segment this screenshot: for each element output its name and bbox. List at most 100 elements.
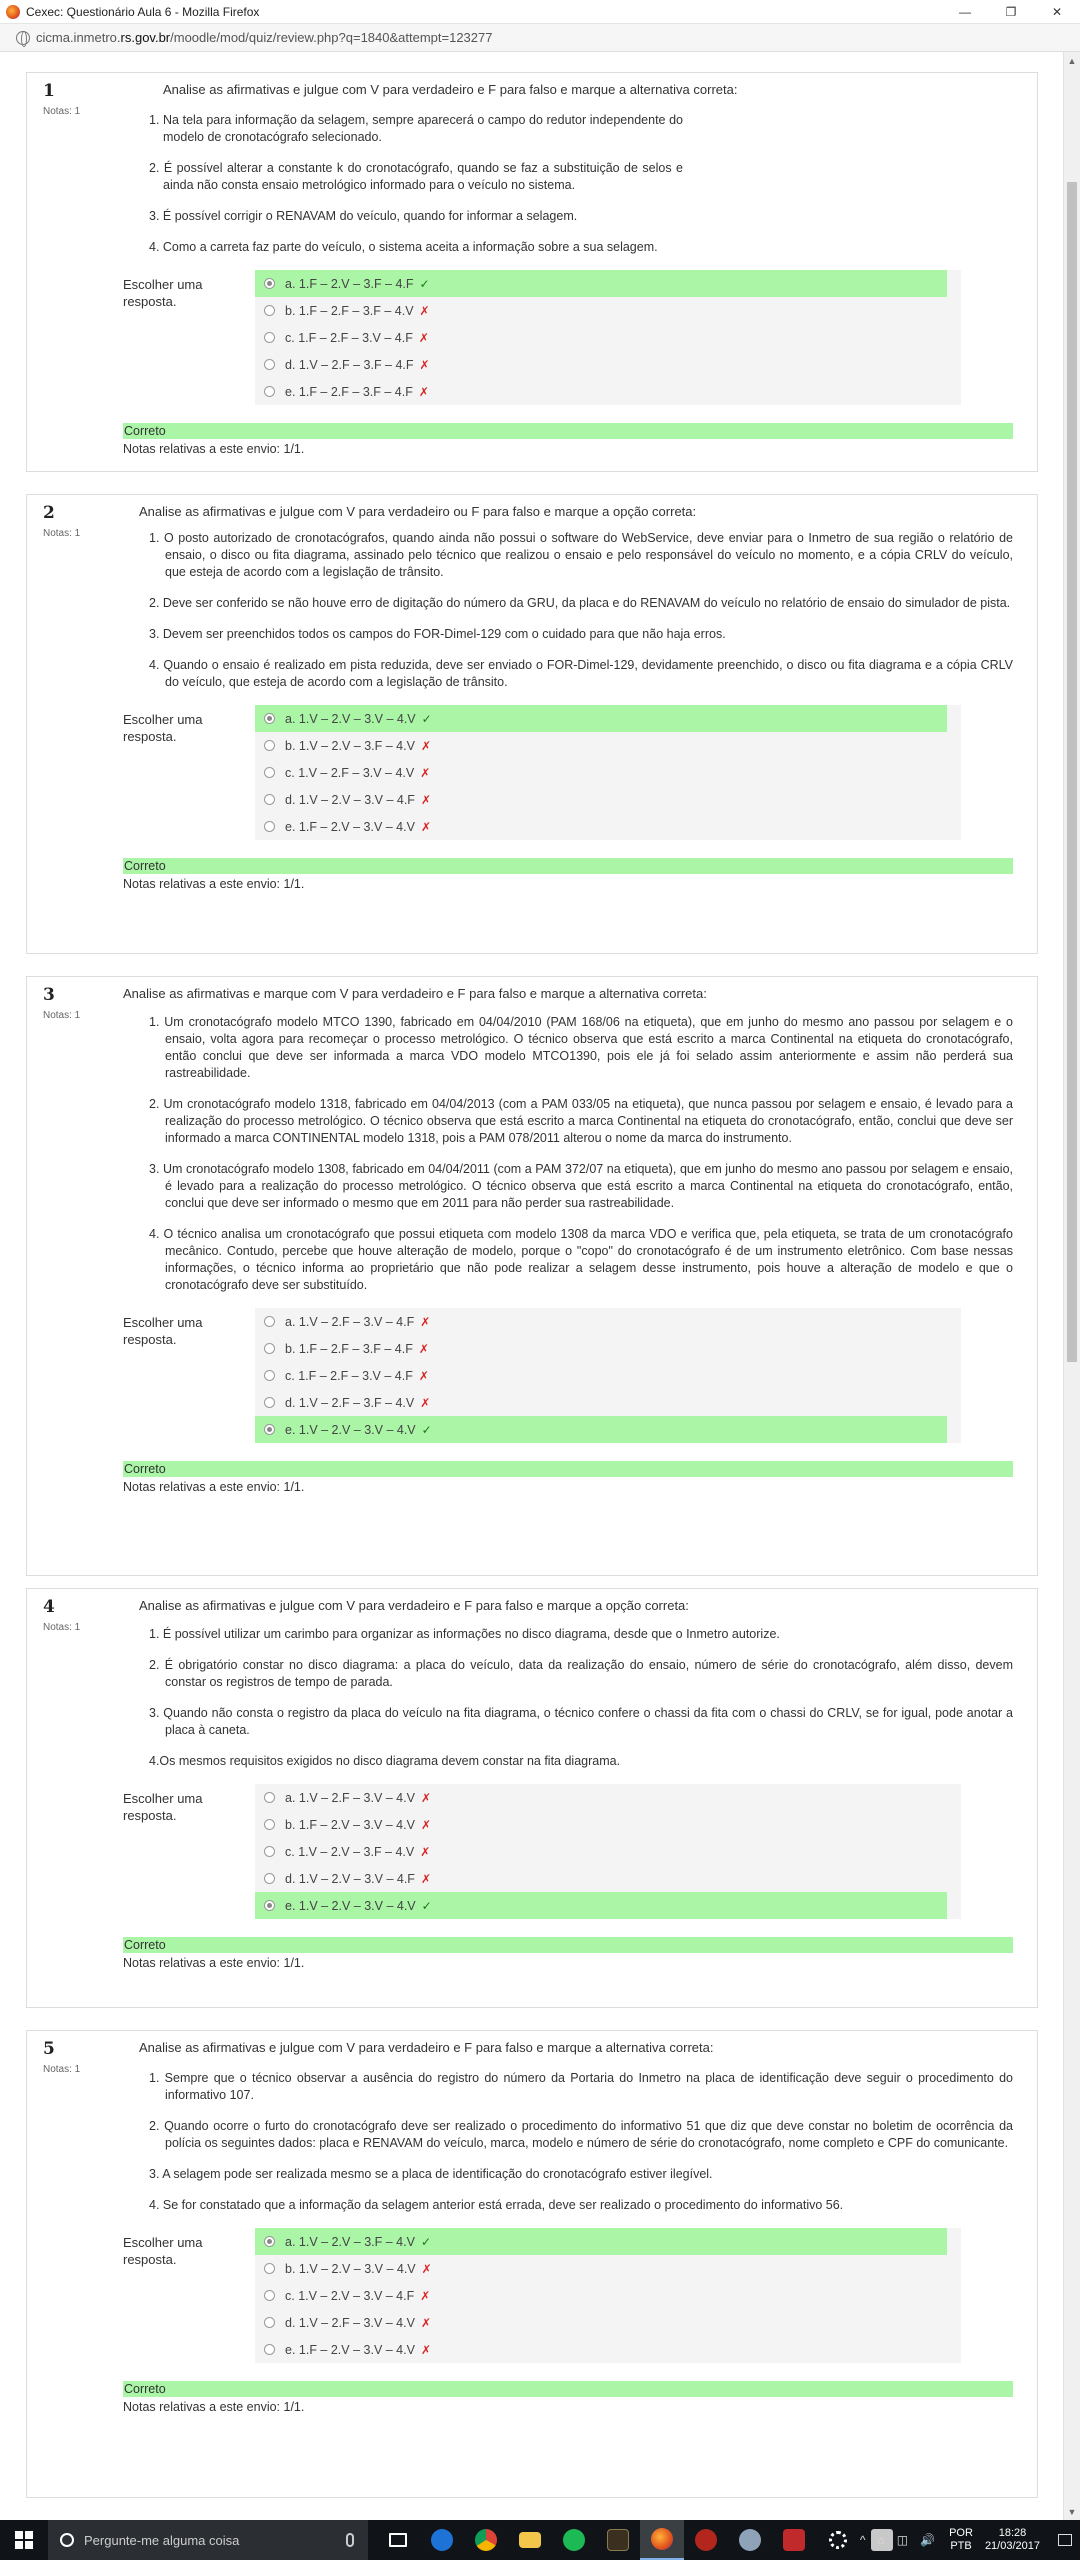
answer-option[interactable]: c. 1.V – 2.V – 3.V – 4.F ✗	[255, 2282, 961, 2309]
statement-item: 4. Quando o ensaio é realizado em pista …	[149, 658, 1013, 689]
answer-option[interactable]: a. 1.V – 2.F – 3.V – 4.F ✗	[255, 1308, 961, 1335]
answer-option[interactable]: b. 1.F – 2.F – 3.F – 4.F ✗	[255, 1335, 961, 1362]
microphone-icon[interactable]	[346, 2533, 354, 2547]
notifications-button[interactable]	[1050, 2520, 1080, 2560]
tray-display-icon[interactable]: ◫	[897, 2533, 908, 2547]
url-bar[interactable]: cicma.inmetro.rs.gov.br/moodle/mod/quiz/…	[0, 24, 1080, 52]
start-button[interactable]	[0, 2520, 48, 2560]
url-domain: rs.gov.br	[120, 30, 171, 45]
answer-option[interactable]: d. 1.V – 2.V – 3.V – 4.F ✗	[255, 1865, 961, 1892]
tray-network-icon[interactable]: ⌂	[878, 2533, 885, 2547]
taskbar-chrome[interactable]	[464, 2520, 508, 2560]
radio-button[interactable]	[264, 1819, 275, 1830]
radio-button[interactable]	[264, 1873, 275, 1884]
question-text: Analise as afirmativas e julgue com V pa…	[139, 2040, 714, 2055]
tray-overflow-icon[interactable]: ^	[860, 2533, 866, 2547]
radio-button[interactable]	[264, 278, 275, 289]
option-label: d. 1.V – 2.V – 3.V – 4.F	[285, 1871, 415, 1886]
answer-block: Escolher uma resposta. a. 1.F – 2.V – 3.…	[123, 270, 1013, 405]
taskbar-app-box[interactable]	[772, 2520, 816, 2560]
radio-button[interactable]	[264, 1343, 275, 1354]
taskbar-edge[interactable]	[420, 2520, 464, 2560]
question-content: Analise as afirmativas e julgue com V pa…	[123, 503, 1013, 891]
answer-option[interactable]: e. 1.F – 2.V – 3.V – 4.V ✗	[255, 813, 961, 840]
radio-button[interactable]	[264, 740, 275, 751]
answer-option[interactable]: c. 1.V – 2.V – 3.F – 4.V ✗	[255, 1838, 961, 1865]
statement-item: 2. Deve ser conferido se não houve erro …	[149, 596, 1011, 610]
volume-icon[interactable]: 🔊	[920, 2533, 935, 2547]
answer-option[interactable]: a. 1.F – 2.V – 3.F – 4.F ✓	[255, 270, 961, 297]
radio-button[interactable]	[264, 1397, 275, 1408]
system-tray: ^ ⌂ ◫ 🔊 POR PTB 18:28 21/03/2017	[854, 2520, 1080, 2560]
answer-option[interactable]: d. 1.V – 2.F – 3.F – 4.V ✗	[255, 1389, 961, 1416]
radio-button[interactable]	[264, 2290, 275, 2301]
radio-button[interactable]	[264, 767, 275, 778]
scrollbar-thumb[interactable]	[1067, 182, 1077, 1362]
radio-button[interactable]	[264, 1792, 275, 1803]
language-code: POR	[949, 2527, 973, 2539]
window-controls: — ❐ ✕	[942, 0, 1080, 24]
answer-option[interactable]: e. 1.F – 2.F – 3.F – 4.F ✗	[255, 378, 961, 405]
taskbar-app-globe[interactable]	[728, 2520, 772, 2560]
answer-option[interactable]: d. 1.V – 2.V – 3.V – 4.F ✗	[255, 786, 961, 813]
answer-option[interactable]: d. 1.V – 2.F – 3.V – 4.V ✗	[255, 2309, 961, 2336]
radio-button[interactable]	[264, 1900, 275, 1911]
scroll-down-arrow-icon[interactable]: ▼	[1064, 2503, 1080, 2520]
radio-button[interactable]	[264, 359, 275, 370]
answer-option[interactable]: b. 1.V – 2.V – 3.V – 4.V ✗	[255, 2255, 961, 2282]
option-label: a. 1.V – 2.V – 3.V – 4.V	[285, 711, 416, 726]
input-language[interactable]: POR PTB	[949, 2527, 973, 2553]
edge-icon	[431, 2529, 453, 2551]
answer-option[interactable]: b. 1.F – 2.V – 3.V – 4.V ✗	[255, 1811, 961, 1838]
radio-button[interactable]	[264, 386, 275, 397]
cortana-search-box[interactable]: Pergunte-me alguma coisa	[48, 2520, 368, 2560]
answer-option[interactable]: a. 1.V – 2.V – 3.F – 4.V ✓	[255, 2228, 961, 2255]
taskbar-spotify[interactable]	[552, 2520, 596, 2560]
statement-item: 3. É possível corrigir o RENAVAM do veíc…	[149, 209, 578, 223]
scroll-up-arrow-icon[interactable]: ▲	[1064, 52, 1080, 69]
taskbar-explorer[interactable]	[508, 2520, 552, 2560]
radio-button[interactable]	[264, 1316, 275, 1327]
taskbar-firefox[interactable]	[640, 2520, 684, 2560]
radio-button[interactable]	[264, 713, 275, 724]
answer-option[interactable]: e. 1.V – 2.V – 3.V – 4.V ✓	[255, 1416, 961, 1443]
close-button[interactable]: ✕	[1034, 0, 1080, 24]
gear-icon	[829, 2531, 847, 2549]
radio-button[interactable]	[264, 821, 275, 832]
check-icon: ✓	[421, 1898, 432, 1913]
vertical-scrollbar[interactable]: ▲ ▼	[1063, 52, 1080, 2520]
answer-option[interactable]: e. 1.V – 2.V – 3.V – 4.V ✓	[255, 1892, 961, 1919]
radio-button[interactable]	[264, 1424, 275, 1435]
cortana-icon	[60, 2533, 74, 2547]
radio-button[interactable]	[264, 2344, 275, 2355]
radio-button[interactable]	[264, 2317, 275, 2328]
answer-option[interactable]: e. 1.F – 2.V – 3.V – 4.V ✗	[255, 2336, 961, 2363]
answer-option[interactable]: b. 1.F – 2.F – 3.F – 4.V ✗	[255, 297, 961, 324]
task-view-button[interactable]	[376, 2520, 420, 2560]
answer-option[interactable]: a. 1.V – 2.F – 3.V – 4.V ✗	[255, 1784, 961, 1811]
url-text[interactable]: cicma.inmetro.rs.gov.br/moodle/mod/quiz/…	[36, 30, 492, 45]
taskbar-app-red[interactable]	[684, 2520, 728, 2560]
answer-option[interactable]: a. 1.V – 2.V – 3.V – 4.V ✓	[255, 705, 961, 732]
radio-button[interactable]	[264, 794, 275, 805]
radio-button[interactable]	[264, 1846, 275, 1857]
option-edge	[947, 1892, 961, 1919]
answer-option[interactable]: c. 1.F – 2.F – 3.V – 4.F ✗	[255, 324, 961, 351]
answer-option[interactable]: b. 1.V – 2.V – 3.F – 4.V ✗	[255, 732, 961, 759]
taskbar-app-dark[interactable]	[596, 2520, 640, 2560]
minimize-button[interactable]: —	[942, 0, 988, 24]
radio-button[interactable]	[264, 332, 275, 343]
answer-option[interactable]: d. 1.V – 2.F – 3.F – 4.F ✗	[255, 351, 961, 378]
restore-button[interactable]: ❐	[988, 0, 1034, 24]
option-edge	[947, 270, 961, 297]
radio-button[interactable]	[264, 305, 275, 316]
clock[interactable]: 18:28 21/03/2017	[985, 2527, 1040, 2553]
statement-item: 3. Quando não consta o registro da placa…	[149, 1706, 1013, 1737]
radio-button[interactable]	[264, 2263, 275, 2274]
question-content: Analise as afirmativas e julgue com V pa…	[123, 1597, 1013, 1970]
radio-button[interactable]	[264, 1370, 275, 1381]
radio-button[interactable]	[264, 2236, 275, 2247]
answer-option[interactable]: c. 1.F – 2.F – 3.V – 4.F ✗	[255, 1362, 961, 1389]
spotify-icon	[563, 2529, 585, 2551]
answer-option[interactable]: c. 1.V – 2.F – 3.V – 4.V ✗	[255, 759, 961, 786]
